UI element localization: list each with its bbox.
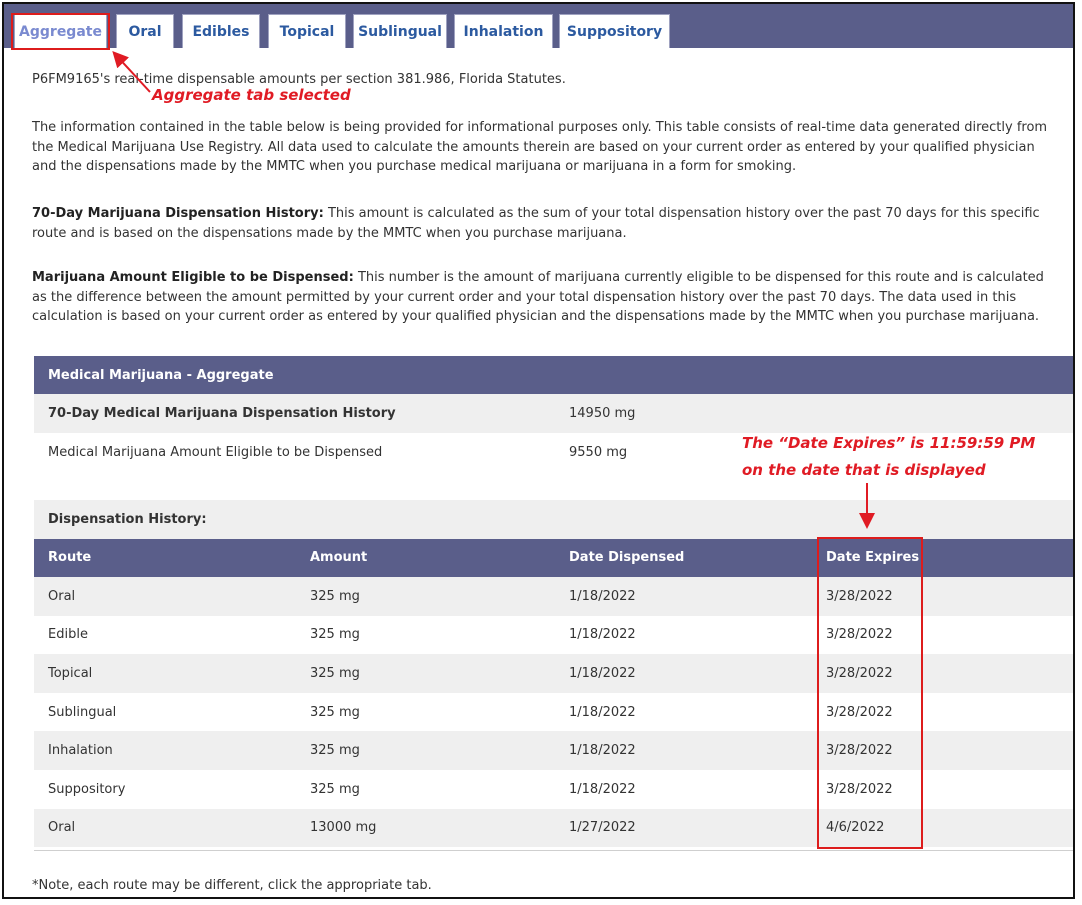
- tab-aggregate[interactable]: Aggregate: [14, 14, 107, 48]
- eligible-definition-term: Marijuana Amount Eligible to be Dispense…: [32, 270, 354, 285]
- column-header-route: Route: [48, 550, 92, 565]
- cell-expires: 3/28/2022: [826, 704, 893, 720]
- tab-suppository[interactable]: Suppository: [559, 14, 670, 48]
- route-tab-bar: Aggregate Oral Edibles Topical Sublingua…: [4, 4, 1073, 50]
- cell-route: Inhalation: [48, 743, 113, 759]
- dispensation-table-header: Route Amount Date Dispensed Date Expires: [34, 539, 1073, 577]
- history-summary-value: 14950 mg: [569, 405, 636, 421]
- cell-expires: 3/28/2022: [826, 743, 893, 759]
- table-row: Oral 13000 mg 1/27/2022 4/6/2022: [34, 808, 1073, 848]
- cell-expires: 3/28/2022: [826, 588, 893, 604]
- column-header-date-dispensed: Date Dispensed: [569, 550, 685, 565]
- cell-route: Oral: [48, 588, 76, 604]
- eligible-summary-value: 9550 mg: [569, 444, 628, 460]
- cell-route: Sublingual: [48, 704, 117, 720]
- cell-route: Edible: [48, 627, 88, 643]
- table-row: Inhalation 325 mg 1/18/2022 3/28/2022: [34, 731, 1073, 770]
- dispensation-history-label-row: Dispensation History:: [34, 500, 1073, 539]
- summary-table-header: Medical Marijuana - Aggregate: [34, 356, 1073, 394]
- registry-panel: Aggregate Oral Edibles Topical Sublingua…: [2, 2, 1075, 899]
- history-definition-paragraph: 70-Day Marijuana Dispensation History: T…: [32, 204, 1062, 243]
- cell-dispensed: 1/18/2022: [569, 627, 636, 643]
- table-row: Topical 325 mg 1/18/2022 3/28/2022: [34, 654, 1073, 693]
- cell-route: Suppository: [48, 781, 126, 797]
- cell-route: Topical: [48, 665, 93, 681]
- cell-dispensed: 1/18/2022: [569, 781, 636, 797]
- cell-expires: 4/6/2022: [826, 820, 885, 836]
- tab-oral[interactable]: Oral: [116, 14, 174, 48]
- history-summary-label: 70-Day Medical Marijuana Dispensation Hi…: [48, 405, 396, 421]
- cell-dispensed: 1/18/2022: [569, 704, 636, 720]
- eligible-definition-paragraph: Marijuana Amount Eligible to be Dispense…: [32, 268, 1062, 327]
- history-definition-term: 70-Day Marijuana Dispensation History:: [32, 206, 324, 221]
- cell-amount: 325 mg: [310, 665, 360, 681]
- cell-dispensed: 1/18/2022: [569, 743, 636, 759]
- cell-expires: 3/28/2022: [826, 781, 893, 797]
- cell-amount: 325 mg: [310, 743, 360, 759]
- tab-topical[interactable]: Topical: [268, 14, 346, 48]
- tab-edibles[interactable]: Edibles: [182, 14, 260, 48]
- cell-route: Oral: [48, 820, 76, 836]
- tab-sublingual[interactable]: Sublingual: [353, 14, 447, 48]
- info-paragraph: The information contained in the table b…: [32, 120, 1048, 174]
- cell-dispensed: 1/18/2022: [569, 588, 636, 604]
- cell-amount: 13000 mg: [310, 820, 377, 836]
- expires-annotation-line2: on the date that is displayed: [742, 461, 986, 479]
- cell-expires: 3/28/2022: [826, 665, 893, 681]
- tab-content: P6FM9165's real-time dispensable amounts…: [4, 48, 1073, 897]
- table-row: Suppository 325 mg 1/18/2022 3/28/2022: [34, 770, 1073, 809]
- route-note: *Note, each route may be different, clic…: [32, 878, 432, 893]
- column-header-date-expires: Date Expires: [826, 550, 920, 565]
- cell-expires: 3/28/2022: [826, 627, 893, 643]
- table-row: Sublingual 325 mg 1/18/2022 3/28/2022: [34, 693, 1073, 732]
- table-row: Edible 325 mg 1/18/2022 3/28/2022: [34, 616, 1073, 655]
- table-bottom-divider: [34, 850, 1073, 851]
- tab-inhalation[interactable]: Inhalation: [454, 14, 553, 48]
- expires-annotation-line1: The “Date Expires” is 11:59:59 PM: [742, 434, 1036, 452]
- cell-amount: 325 mg: [310, 588, 360, 604]
- dispensation-history-label: Dispensation History:: [48, 512, 207, 527]
- history-summary-row: 70-Day Medical Marijuana Dispensation Hi…: [34, 394, 1073, 433]
- table-row: Oral 325 mg 1/18/2022 3/28/2022: [34, 577, 1073, 616]
- tab-selected-annotation: Aggregate tab selected: [152, 86, 351, 104]
- cell-amount: 325 mg: [310, 627, 360, 643]
- eligible-summary-label: Medical Marijuana Amount Eligible to be …: [48, 444, 383, 460]
- cell-amount: 325 mg: [310, 781, 360, 797]
- cell-dispensed: 1/27/2022: [569, 820, 636, 836]
- cell-dispensed: 1/18/2022: [569, 665, 636, 681]
- cell-amount: 325 mg: [310, 704, 360, 720]
- column-header-amount: Amount: [310, 550, 368, 565]
